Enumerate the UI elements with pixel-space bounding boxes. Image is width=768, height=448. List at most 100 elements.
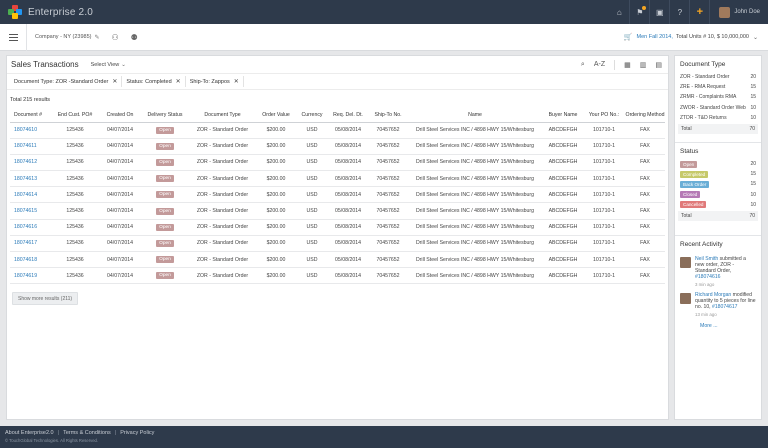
season-label[interactable]: Men Fall 2014, — [636, 34, 672, 40]
close-icon[interactable]: ✕ — [176, 78, 181, 85]
hierarchy-icon[interactable]: ⚉ — [131, 33, 138, 42]
table-row[interactable]: 18074611 125436 04/07/2014 Open ZOR - Standa… — [10, 138, 665, 155]
home-icon[interactable]: ⌂ — [609, 0, 629, 24]
document-number-link[interactable]: 18074615 — [10, 202, 50, 220]
help-icon[interactable]: ? — [669, 0, 689, 24]
column-header[interactable]: Document Type — [190, 108, 255, 123]
users-icon[interactable]: ⚇ — [111, 33, 118, 42]
pin-icon[interactable]: ✎ — [94, 34, 99, 41]
clipboard-icon[interactable]: ▣ — [649, 0, 669, 24]
show-more-button[interactable]: Show more results (211) — [12, 292, 79, 306]
table-cell: 04/07/2014 — [100, 170, 140, 188]
activity-order-link[interactable]: #18074616 — [695, 274, 721, 280]
table-cell: Drill Steel Services INC / 4898 HWY 15/W… — [407, 122, 543, 139]
column-header[interactable]: Req. Del. Dt. — [327, 108, 369, 123]
table-cell: Open — [140, 154, 190, 172]
status-item[interactable]: Back Order 15 — [680, 179, 756, 189]
table-cell: Open — [140, 186, 190, 204]
close-icon[interactable]: ✕ — [112, 78, 117, 85]
status-badge: Cancelled — [680, 201, 707, 209]
status-item[interactable]: Closed 10 — [680, 190, 756, 200]
table-row[interactable]: 18074614 125436 04/07/2014 Open ZOR - Standa… — [10, 186, 665, 204]
table-cell: Drill Steel Services INC / 4898 HWY 15/W… — [407, 186, 543, 204]
table-row[interactable]: 18074612 125436 04/07/2014 Open ZOR - Standa… — [10, 154, 665, 172]
status-badge: Open — [156, 223, 174, 231]
column-header[interactable]: Ordering Method — [625, 108, 665, 123]
status-item[interactable]: Open 20 — [680, 159, 756, 169]
table-cell: 05/08/2014 — [327, 186, 369, 204]
footer-link-about[interactable]: About Enterprise2.0 — [5, 430, 54, 436]
document-number-link[interactable]: 18074612 — [10, 154, 50, 172]
grid-view-icon[interactable]: ▦ — [624, 61, 631, 69]
document-number-link[interactable]: 18074613 — [10, 170, 50, 188]
user-menu[interactable]: John Doe — [719, 6, 760, 18]
footer-link-privacy[interactable]: Privacy Policy — [120, 430, 154, 436]
filter-chip-status: Status: Completed ✕ — [122, 76, 186, 87]
document-number-link[interactable]: 18074616 — [10, 219, 50, 236]
plus-icon[interactable]: + — [689, 0, 709, 24]
table-row[interactable]: 18074610 125436 04/07/2014 Open ZOR - Standa… — [10, 122, 665, 139]
menu-icon[interactable] — [9, 32, 18, 43]
close-icon[interactable]: ✕ — [234, 78, 239, 85]
document-number-link[interactable]: 18074618 — [10, 251, 50, 269]
document-number-link[interactable]: 18074611 — [10, 138, 50, 155]
column-header[interactable]: End Cust. PO# — [50, 108, 100, 123]
table-cell: ABCDEFGH — [543, 170, 583, 188]
table-cell: FAX — [625, 202, 665, 220]
document-number-link[interactable]: 18074617 — [10, 235, 50, 253]
chevron-down-icon[interactable]: ⌄ — [753, 34, 758, 41]
doc-type-label: ZTDR - T&D Returns — [680, 114, 727, 121]
table-row[interactable]: 18074616 125436 04/07/2014 Open ZOR - Standa… — [10, 219, 665, 236]
status-item[interactable]: Completed 15 — [680, 169, 756, 179]
document-number-link[interactable]: 18074610 — [10, 122, 50, 139]
sort-button[interactable]: A-Z — [594, 61, 605, 68]
table-cell: Drill Steel Services INC / 4898 HWY 15/W… — [407, 235, 543, 253]
activity-user-link[interactable]: Neil Smith — [695, 256, 718, 262]
table-cell: $200.00 — [255, 235, 297, 253]
document-number-link[interactable]: 18074619 — [10, 267, 50, 285]
doc-type-count: 15 — [750, 84, 756, 91]
doc-type-item[interactable]: ZRE - RMA Request 15 — [680, 82, 756, 92]
activity-order-link[interactable]: #18074617 — [712, 304, 738, 310]
table-cell: 05/08/2014 — [327, 154, 369, 172]
units-summary: Total Units # 10, $ 10,000,000 — [675, 34, 749, 40]
status-item[interactable]: Cancelled 10 — [680, 200, 756, 210]
table-cell: USD — [297, 267, 327, 285]
column-header[interactable]: Your PO No.: — [583, 108, 625, 123]
chevron-down-icon: ⌄ — [121, 61, 126, 68]
doc-type-item[interactable]: ZTDR - T&D Returns 10 — [680, 113, 756, 123]
doc-type-item[interactable]: ZRMR - Complaints RMA 15 — [680, 92, 756, 102]
season-selector[interactable]: 🛒 Men Fall 2014, Total Units # 10, $ 10,… — [624, 33, 758, 41]
flag-icon[interactable]: ⚑ — [629, 0, 649, 24]
doc-type-item[interactable]: ZWOR - Standard Order Web 10 — [680, 103, 756, 113]
table-row[interactable]: 18074618 125436 04/07/2014 Open ZOR - Standa… — [10, 251, 665, 269]
table-row[interactable]: 18074619 125436 04/07/2014 Open ZOR - Standa… — [10, 267, 665, 285]
column-header[interactable]: Document # — [10, 108, 50, 123]
table-row[interactable]: 18074617 125436 04/07/2014 Open ZOR - Standa… — [10, 235, 665, 253]
column-header[interactable]: Created On — [100, 108, 140, 123]
column-header[interactable]: Buyer Name — [543, 108, 583, 123]
table-cell: USD — [297, 251, 327, 269]
table-cell: 05/08/2014 — [327, 122, 369, 139]
search-icon[interactable]: ⌕ — [581, 61, 585, 69]
footer-link-terms[interactable]: Terms & Conditions — [63, 430, 111, 436]
column-header[interactable]: Name — [407, 108, 543, 123]
company-selector[interactable]: Company - NY (23985) — [35, 34, 91, 40]
save-icon[interactable]: ▤ — [655, 61, 662, 69]
doc-type-item[interactable]: ZOR - Standard Order 20 — [680, 72, 756, 82]
results-count: Total 215 results — [10, 97, 51, 103]
column-header[interactable]: Order Value — [255, 108, 297, 123]
divider — [709, 0, 713, 24]
doc-type-count: 15 — [750, 94, 756, 101]
activity-user-link[interactable]: Richard Morgan — [695, 292, 731, 298]
column-header[interactable]: Delivery Status — [140, 108, 190, 123]
list-view-icon[interactable]: ▥ — [640, 61, 647, 69]
column-header[interactable]: Currency — [297, 108, 327, 123]
table-row[interactable]: 18074613 125436 04/07/2014 Open ZOR - Standa… — [10, 170, 665, 188]
more-activity-link[interactable]: More ... — [700, 323, 756, 329]
document-number-link[interactable]: 18074614 — [10, 186, 50, 204]
toolbar: Company - NY (23985) ✎ ⚇ ⚉ 🛒 Men Fall 20… — [0, 23, 768, 51]
table-row[interactable]: 18074615 125436 04/07/2014 Open ZOR - Standa… — [10, 202, 665, 220]
select-view-dropdown[interactable]: Select View ⌄ — [91, 62, 126, 68]
column-header[interactable]: Ship-To No. — [369, 108, 407, 123]
